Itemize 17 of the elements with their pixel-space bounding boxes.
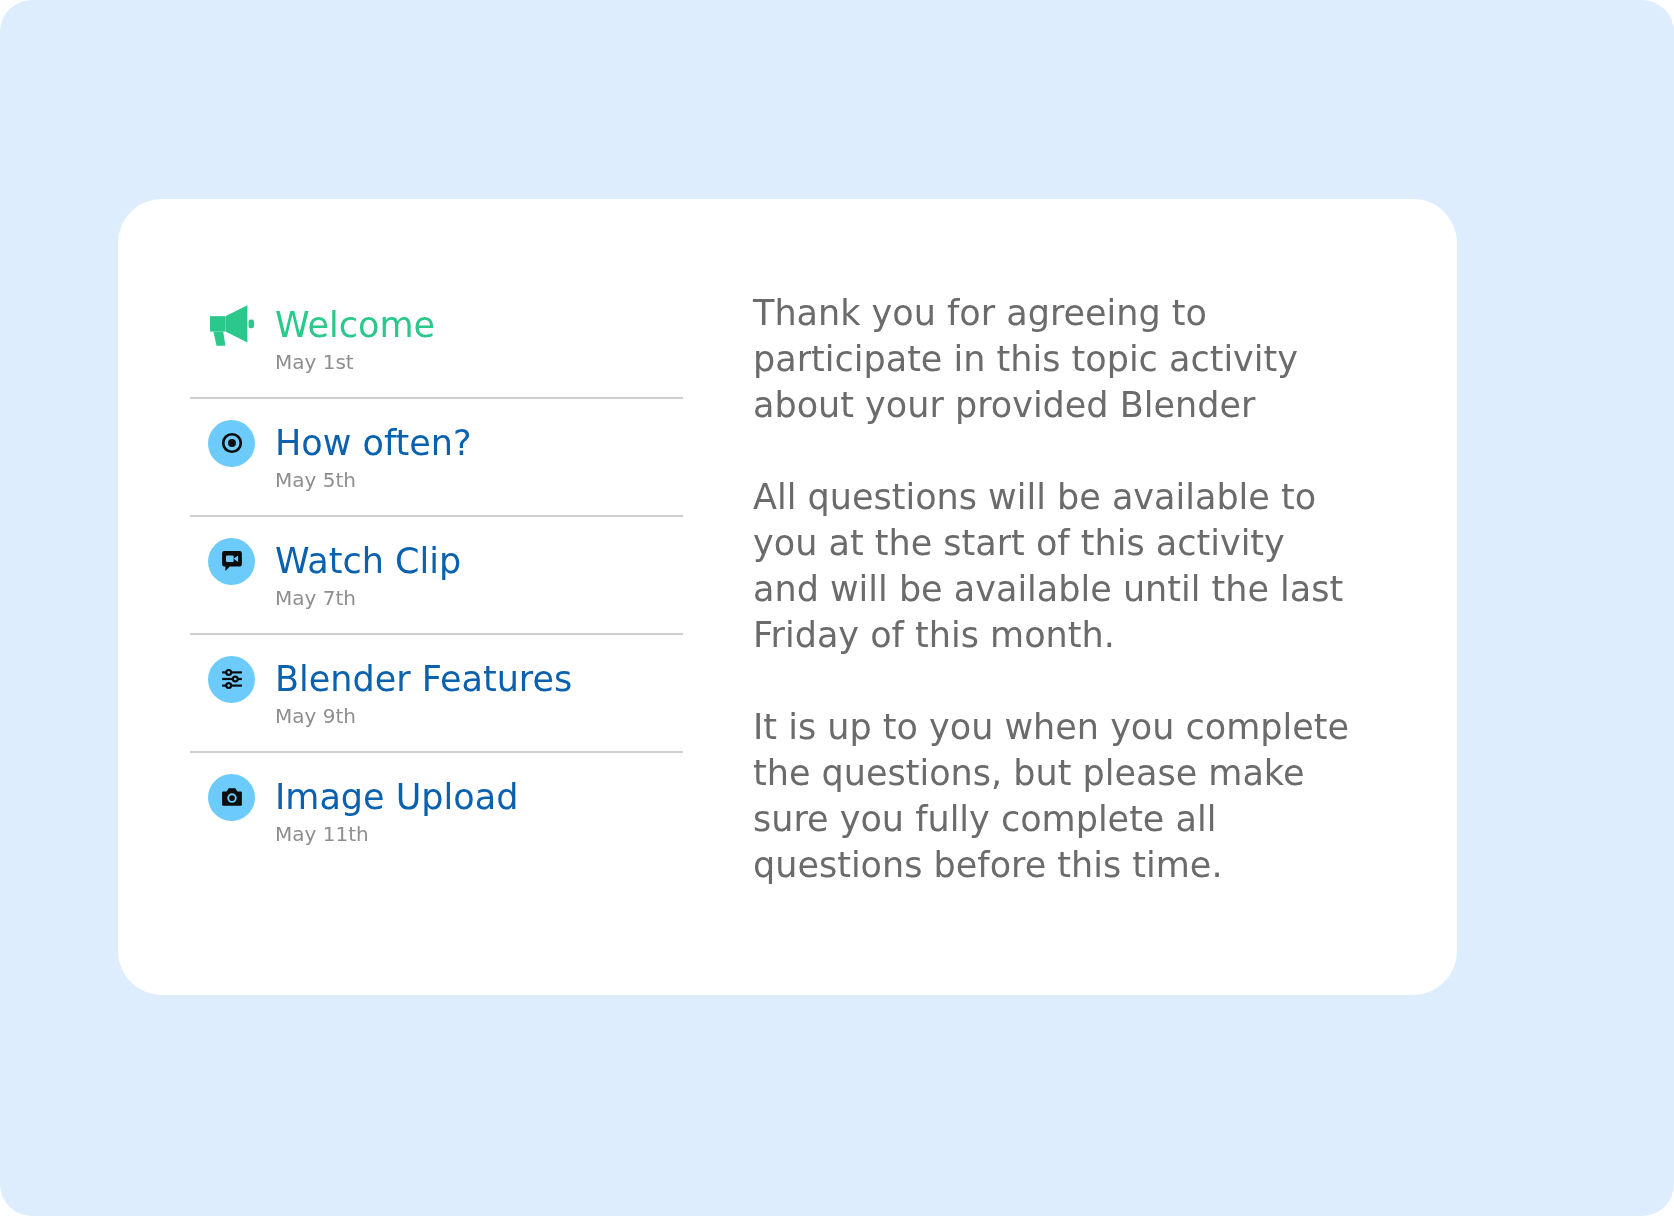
description-paragraph: All questions will be available to you at the start of this activity and will be available until the last Friday of this month. xyxy=(753,476,1345,657)
megaphone-icon xyxy=(209,304,254,346)
description-paragraph: Thank you for agreeing to participate in this topic activity about your provided Blender xyxy=(753,292,1299,427)
topic-date: May 1st xyxy=(275,350,355,374)
topic-date: May 5th xyxy=(275,468,357,492)
topic-link[interactable]: Image Upload xyxy=(275,777,519,817)
topic-link[interactable]: Blender Features xyxy=(275,659,573,699)
target-icon xyxy=(208,419,255,467)
sliders-icon xyxy=(208,655,255,703)
topic-link[interactable]: Watch Clip xyxy=(275,541,462,581)
camera-icon xyxy=(208,773,255,821)
description-paragraph: It is up to you when you complete the questions, but please make sure you fully complete all questions before this time. xyxy=(753,706,1351,887)
topic-date: May 9th xyxy=(275,704,357,728)
topic-link[interactable]: How often? xyxy=(275,423,472,463)
topic-date: May 11th xyxy=(275,822,370,846)
topic-date: May 7th xyxy=(275,586,357,610)
video-message-icon xyxy=(208,537,255,585)
